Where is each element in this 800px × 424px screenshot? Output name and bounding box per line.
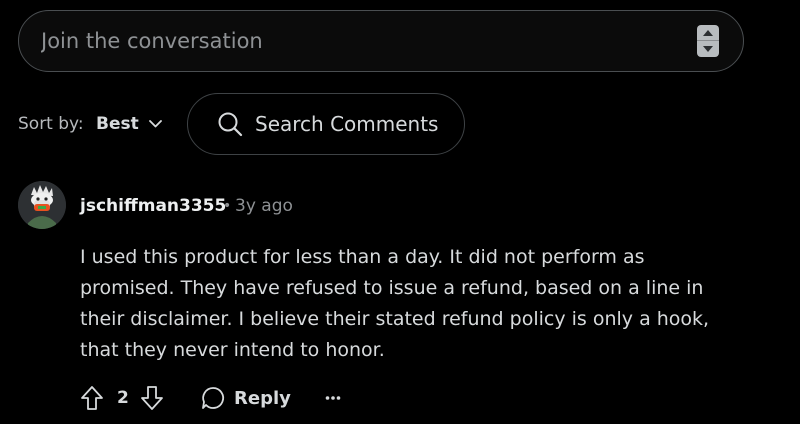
comment-timestamp: 3y ago: [235, 196, 293, 216]
downvote-icon: [141, 386, 163, 410]
sort-value: Best: [96, 114, 139, 134]
comment-composer[interactable]: [18, 10, 744, 72]
upvote-icon: [81, 386, 103, 410]
join-conversation-input[interactable]: [41, 11, 641, 71]
sort-dropdown[interactable]: Best: [96, 111, 162, 137]
stepper-down-icon[interactable]: [697, 41, 719, 57]
meta-separator: •: [223, 198, 232, 214]
expand-stepper[interactable]: [697, 25, 719, 57]
reply-button[interactable]: Reply: [200, 381, 291, 415]
comment-username[interactable]: jschiffman3355: [80, 193, 226, 219]
avatar-image: [18, 181, 66, 229]
more-options-icon: [325, 396, 341, 400]
search-comments-button[interactable]: Search Comments: [187, 93, 465, 155]
reply-label: Reply: [234, 387, 291, 409]
stepper-up-icon[interactable]: [697, 25, 719, 41]
sort-by-label: Sort by:: [18, 114, 84, 134]
user-avatar[interactable]: [18, 181, 66, 229]
chevron-down-icon: [148, 120, 162, 128]
downvote-button[interactable]: [140, 381, 164, 415]
vote-count: 2: [117, 388, 129, 408]
more-options-button[interactable]: [325, 381, 341, 415]
search-comments-label: Search Comments: [255, 112, 439, 136]
comment-body: I used this product for less than a day.…: [80, 246, 710, 361]
upvote-button[interactable]: [80, 381, 104, 415]
search-icon: [217, 111, 243, 137]
reply-bubble-icon: [202, 387, 225, 409]
